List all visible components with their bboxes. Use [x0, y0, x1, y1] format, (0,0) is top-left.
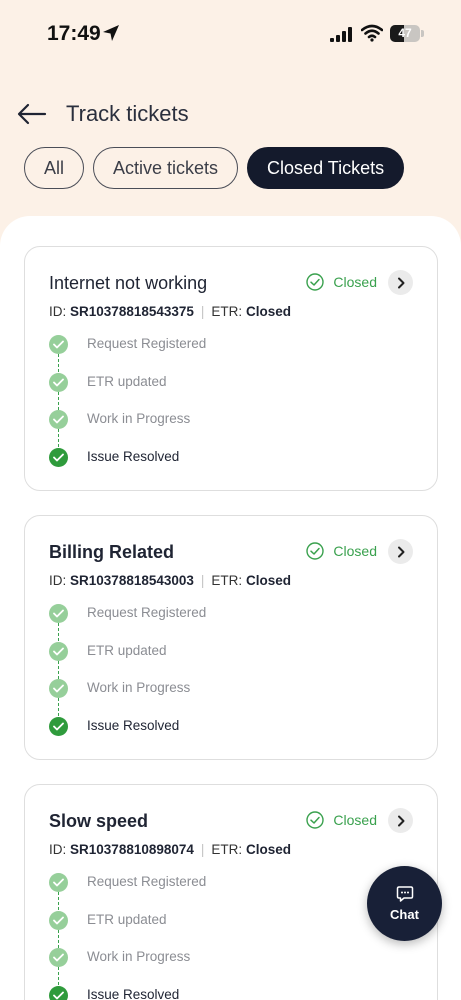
chevron-right-icon	[397, 546, 404, 557]
etr-label: ETR:	[211, 304, 243, 319]
tab-active-tickets[interactable]: Active tickets	[93, 147, 239, 189]
battery-icon: 47	[390, 25, 424, 42]
open-ticket-button[interactable]	[388, 270, 413, 295]
check-icon	[49, 641, 68, 661]
step-label: ETR updated	[87, 642, 167, 658]
check-icon	[49, 447, 68, 467]
ticket-id: SR10378810898074	[70, 842, 194, 857]
check-circle-icon	[306, 273, 325, 291]
ticket-card[interactable]: Billing Related Closed ID: SR10378818543…	[24, 515, 438, 760]
chevron-right-icon	[397, 277, 404, 288]
step-label: Request Registered	[87, 336, 207, 351]
tab-closed-tickets[interactable]: Closed Tickets	[247, 147, 405, 189]
check-icon	[49, 873, 68, 892]
ticket-id-line: ID: SR10378818543375 | ETR: Closed	[49, 304, 291, 319]
open-ticket-button[interactable]	[388, 539, 413, 564]
check-icon	[49, 948, 68, 967]
step-label: Issue Resolved	[87, 717, 180, 733]
check-icon	[49, 910, 68, 930]
check-icon	[49, 372, 68, 392]
wifi-icon	[360, 24, 384, 47]
check-circle-icon	[306, 542, 325, 560]
back-button[interactable]	[16, 100, 48, 128]
ticket-filter-tabs: All Active tickets Closed Tickets	[24, 147, 405, 189]
location-arrow-icon	[102, 24, 120, 47]
ticket-title: Slow speed	[49, 811, 149, 831]
status-text: Closed	[333, 812, 377, 828]
etr-label: ETR:	[211, 573, 243, 588]
cellular-signal-icon	[330, 27, 354, 48]
ticket-status: Closed	[306, 273, 377, 291]
battery-percent: 47	[398, 26, 412, 40]
chat-bubble-icon	[396, 886, 413, 902]
check-icon	[49, 985, 68, 1000]
ticket-id: SR10378818543003	[70, 573, 194, 588]
ticket-status: Closed	[306, 811, 377, 829]
etr-value: Closed	[245, 304, 291, 319]
ticket-card[interactable]: Internet not working Closed ID: SR103788…	[24, 246, 438, 491]
status-text: Closed	[333, 274, 377, 290]
step-label: Request Registered	[87, 605, 207, 620]
chevron-right-icon	[397, 815, 404, 826]
id-label: ID:	[49, 842, 67, 857]
ticket-id-line: ID: SR10378810898074 | ETR: Closed	[49, 842, 291, 857]
check-icon	[49, 679, 68, 698]
open-ticket-button[interactable]	[388, 808, 413, 833]
tab-all[interactable]: All	[24, 147, 85, 189]
arrow-left-icon	[17, 103, 47, 125]
step-label: Work in Progress	[87, 949, 191, 964]
step-label: Work in Progress	[87, 680, 191, 695]
etr-label: ETR:	[211, 842, 243, 857]
step-label: ETR updated	[87, 911, 167, 927]
check-icon	[49, 410, 68, 429]
ticket-title: Internet not working	[49, 273, 208, 293]
etr-value: Closed	[245, 573, 291, 588]
id-label: ID:	[49, 304, 67, 319]
ticket-id-line: ID: SR10378818543003 | ETR: Closed	[49, 573, 291, 588]
check-icon	[49, 716, 68, 736]
check-icon	[49, 604, 68, 623]
id-label: ID:	[49, 573, 67, 588]
ticket-status: Closed	[306, 542, 377, 560]
step-label: Issue Resolved	[87, 986, 180, 1000]
status-bar: 17:49 47	[0, 0, 461, 70]
status-text: Closed	[333, 543, 377, 559]
check-circle-icon	[306, 811, 325, 829]
step-label: ETR updated	[87, 373, 167, 389]
chat-button[interactable]: Chat	[367, 866, 442, 941]
step-label: Issue Resolved	[87, 448, 180, 464]
step-label: Request Registered	[87, 874, 207, 889]
step-label: Work in Progress	[87, 411, 191, 426]
etr-value: Closed	[245, 842, 291, 857]
check-icon	[49, 335, 68, 354]
page-title: Track tickets	[66, 101, 189, 126]
chat-label: Chat	[390, 907, 419, 922]
ticket-title: Billing Related	[49, 542, 175, 562]
ticket-id: SR10378818543375	[70, 304, 194, 319]
status-time: 17:49	[47, 22, 101, 45]
